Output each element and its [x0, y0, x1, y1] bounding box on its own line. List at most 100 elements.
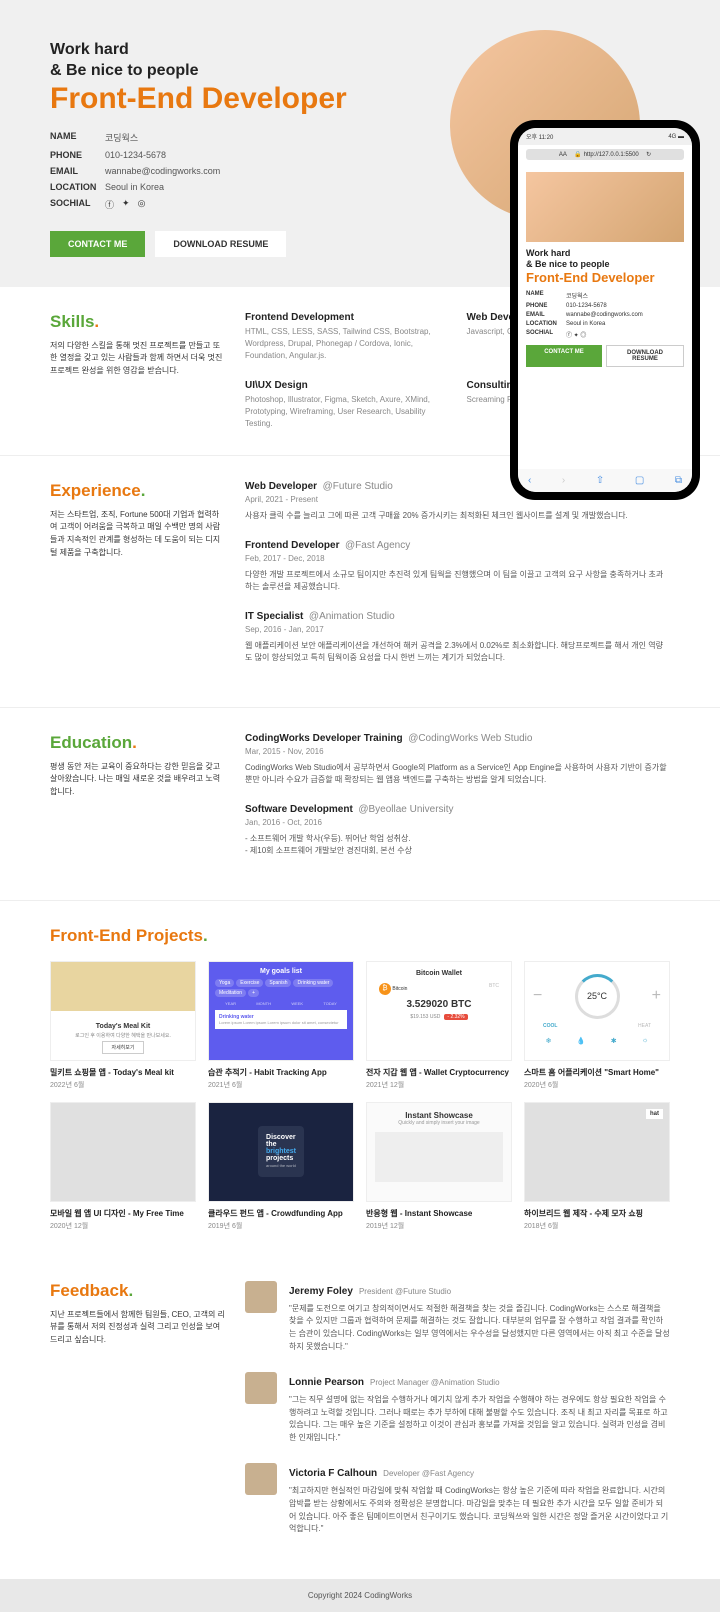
avatar: [245, 1281, 277, 1313]
feedback-text: "그는 직무 설명에 없는 작업을 수행하거나 예기치 않게 추가 작업을 수행…: [289, 1394, 670, 1445]
exp-role: Frontend Developer @Fast Agency: [245, 540, 670, 551]
name-value: 코딩웍스: [105, 131, 138, 144]
project-name: 클라우드 펀드 앱 - Crowdfunding App: [208, 1208, 354, 1219]
phone-mockup: 오후 11:20 4G ▬ AA 🔒http://127.0.0.1:5500 ↻…: [510, 120, 700, 500]
contact-button[interactable]: CONTACT ME: [50, 231, 145, 257]
project-card[interactable]: Bitcoin Wallet₿ BitcoinBTC3.529020 BTC$1…: [366, 961, 512, 1090]
twitter-icon[interactable]: ✦: [122, 198, 130, 211]
skill-title: Frontend Development: [245, 312, 449, 323]
project-card[interactable]: My goals listYogaExerciseSpanishDrinking…: [208, 961, 354, 1090]
project-card[interactable]: −25°C+COOLHEAT❄💧✱☼스마트 홈 어플리케이션 "Smart Ho…: [524, 961, 670, 1090]
avatar: [245, 1463, 277, 1495]
instagram-icon[interactable]: ◎: [138, 198, 146, 211]
project-name: 하이브리드 웹 제작 - 수제 모자 쇼핑: [524, 1208, 670, 1219]
phone-time: 오후 11:20: [526, 132, 553, 141]
edu-date: Mar, 2015 - Nov, 2016: [245, 747, 670, 756]
lock-icon: 🔒: [574, 151, 581, 158]
project-name: 습관 추적기 - Habit Tracking App: [208, 1067, 354, 1078]
edu-desc: - 소프트웨어 개발 학사(우등). 뛰어난 학업 성취상. - 제10회 소프…: [245, 833, 670, 857]
skill-desc: HTML, CSS, LESS, SASS, Tailwind CSS, Boo…: [245, 326, 449, 362]
project-date: 2019년 6월: [208, 1221, 354, 1231]
social-label: SOCHIAL: [50, 198, 105, 211]
project-card[interactable]: Today's Meal Kit로그인 후 이용하여 다양한 혜택을 만나보세요…: [50, 961, 196, 1090]
phone-signal: 4G ▬: [668, 134, 684, 140]
phone-line1: Work hard: [526, 248, 684, 259]
nav-back-icon: ‹: [528, 475, 531, 486]
location-value: Seoul in Korea: [105, 182, 164, 192]
facebook-icon[interactable]: ⓕ: [105, 198, 114, 211]
avatar: [245, 1372, 277, 1404]
project-date: 2021년 6월: [208, 1080, 354, 1090]
location-label: LOCATION: [50, 182, 105, 192]
edu-desc: CodingWorks Web Studio에서 공부하면서 Google의 P…: [245, 762, 670, 786]
refresh-icon: ↻: [646, 151, 651, 158]
feedback-name: Jeremy Foley: [289, 1286, 353, 1297]
project-date: 2020년 12월: [50, 1221, 196, 1231]
feedback-desc: 지난 프로젝트들에서 함께한 팀원들, CEO, 고객의 리뷰를 통해서 저의 …: [50, 1309, 225, 1347]
project-name: 전자 지갑 웹 앱 - Wallet Cryptocurrency: [366, 1067, 512, 1078]
feedback-text: "문제를 도전으로 여기고 창의적이면서도 적절한 해결책을 찾는 것을 즐깁니…: [289, 1303, 670, 1354]
project-name: 스마트 홈 어플리케이션 "Smart Home": [524, 1067, 670, 1078]
project-card[interactable]: 모바일 웹 앱 UI 디자인 - My Free Time 2020년 12월: [50, 1102, 196, 1231]
project-date: 2021년 12월: [366, 1080, 512, 1090]
feedback-name: Lonnie Pearson: [289, 1377, 364, 1388]
project-name: 모바일 웹 앱 UI 디자인 - My Free Time: [50, 1208, 196, 1219]
phone-role: Front-End Developer: [526, 270, 684, 285]
project-name: 반응형 웹 - Instant Showcase: [366, 1208, 512, 1219]
nav-tabs-icon: ⧉: [675, 475, 682, 486]
edu-role: Software Development @Byeollae Universit…: [245, 804, 670, 815]
email-label: EMAIL: [50, 166, 105, 176]
footer-text: Copyright 2024 CodingWorks: [0, 1579, 720, 1612]
phone-line2: & Be nice to people: [526, 259, 684, 270]
project-card[interactable]: Instant ShowcaseQuickly and simply inser…: [366, 1102, 512, 1231]
exp-company: @Animation Studio: [309, 611, 395, 622]
feedback-role: Project Manager @Animation Studio: [370, 1378, 500, 1387]
projects-title: Front-End Projects.: [50, 926, 670, 946]
skills-desc: 저의 다양한 스킬을 통해 멋진 프로젝트를 만들고 또한 열정을 갖고 있는 …: [50, 340, 225, 378]
exp-desc: 웹 애플리케이션 보안 애플리케이션을 개선하여 해커 공격을 2.3%에서 0…: [245, 640, 670, 664]
nav-forward-icon: ›: [562, 475, 565, 486]
skills-title: Skills.: [50, 312, 225, 332]
project-date: 2022년 6월: [50, 1080, 196, 1090]
feedback-title: Feedback.: [50, 1281, 225, 1301]
edu-date: Jan, 2016 - Oct, 2016: [245, 818, 670, 827]
exp-company: @Fast Agency: [345, 540, 410, 551]
feedback-role: Developer @Fast Agency: [383, 1469, 474, 1478]
edu-company: @CodingWorks Web Studio: [408, 733, 532, 744]
feedback-text: "최고하지만 현실적인 마감일에 맞춰 작업할 때 CodingWorks는 항…: [289, 1485, 670, 1536]
project-card[interactable]: hat하이브리드 웹 제작 - 수제 모자 쇼핑2018년 6월: [524, 1102, 670, 1231]
exp-desc: 다양한 개발 프로젝트에서 소규모 팀이지만 추진력 있게 팀웍을 진행했으며 …: [245, 569, 670, 593]
exp-role: IT Specialist @Animation Studio: [245, 611, 670, 622]
feedback-name: Victoria F Calhoun: [289, 1468, 377, 1479]
exp-date: Sep, 2016 - Jan, 2017: [245, 625, 670, 634]
project-date: 2018년 6월: [524, 1221, 670, 1231]
project-card[interactable]: Discoverthebrightestprojectsaround the w…: [208, 1102, 354, 1231]
email-value: wannabe@codingworks.com: [105, 166, 220, 176]
nav-share-icon: ⇧: [596, 475, 604, 486]
nav-book-icon: ▢: [635, 475, 644, 486]
experience-desc: 저는 스타트업, 조직, Fortune 500대 기업과 협력하여 고객이 어…: [50, 509, 225, 560]
phone-resume-button: DOWNLOAD RESUME: [606, 345, 684, 367]
education-title: Education.: [50, 733, 225, 753]
feedback-role: President @Future Studio: [359, 1287, 451, 1296]
project-date: 2020년 6월: [524, 1080, 670, 1090]
exp-company: @Future Studio: [323, 481, 393, 492]
resume-button[interactable]: DOWNLOAD RESUME: [155, 231, 286, 257]
phone-hero-photo: [526, 172, 684, 242]
exp-desc: 사용자 클릭 수를 늘리고 그에 따른 고객 구매율 20% 증가시키는 최적화…: [245, 510, 670, 522]
skill-title: UI\UX Design: [245, 380, 449, 391]
name-label: NAME: [50, 131, 105, 144]
phone-contact-button: CONTACT ME: [526, 345, 602, 367]
skill-desc: Photoshop, Illustrator, Figma, Sketch, A…: [245, 394, 449, 430]
edu-company: @Byeollae University: [358, 804, 453, 815]
experience-title: Experience.: [50, 481, 225, 501]
edu-role: CodingWorks Developer Training @CodingWo…: [245, 733, 670, 744]
project-date: 2019년 12월: [366, 1221, 512, 1231]
phone-value: 010-1234-5678: [105, 150, 166, 160]
exp-date: Feb, 2017 - Dec, 2018: [245, 554, 670, 563]
project-name: 밀키트 쇼핑몰 앱 - Today's Meal kit: [50, 1067, 196, 1078]
phone-aa: AA: [559, 152, 567, 158]
phone-label: PHONE: [50, 150, 105, 160]
education-desc: 평생 동안 저는 교육이 중요하다는 강한 믿음을 갖고 살아왔습니다. 나는 …: [50, 761, 225, 799]
phone-url-text: http://127.0.0.1:5500: [584, 152, 639, 158]
